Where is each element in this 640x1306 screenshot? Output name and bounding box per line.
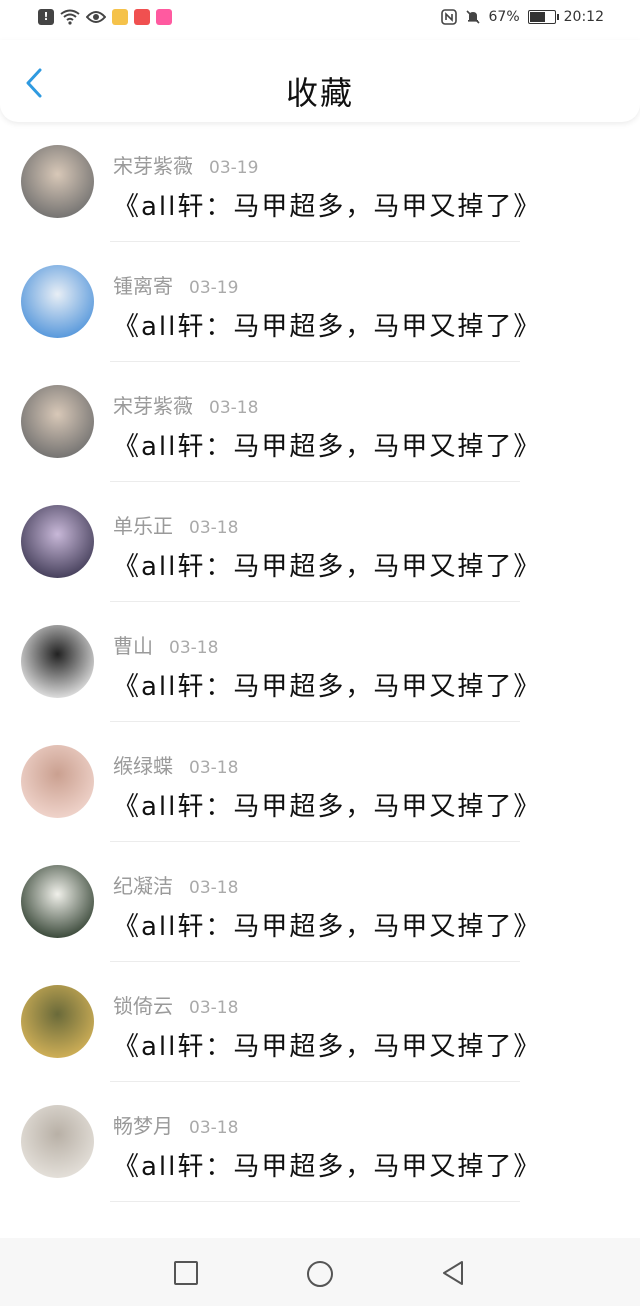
item-meta: 宋芽紫薇 03-18 — [113, 390, 258, 419]
item-title[interactable]: 《all轩：马甲超多，马甲又掉了》 — [113, 186, 541, 223]
app-icon-1 — [112, 9, 128, 25]
home-button[interactable] — [306, 1260, 333, 1287]
item-date: 03-18 — [189, 878, 239, 898]
item-title[interactable]: 《all轩：马甲超多，马甲又掉了》 — [113, 306, 541, 343]
list-item[interactable]: 缑绿蝶 03-18 《all轩：马甲超多，马甲又掉了》 — [0, 722, 640, 842]
list-item[interactable]: 畅梦月 03-18 《all轩：马甲超多，马甲又掉了》 — [0, 1082, 640, 1202]
item-meta: 宋芽紫薇 03-19 — [113, 150, 258, 179]
item-date: 03-18 — [189, 1118, 239, 1138]
app-icon-2 — [134, 9, 150, 25]
list-item[interactable]: 锺离寄 03-19 《all轩：马甲超多，马甲又掉了》 — [0, 242, 640, 362]
avatar[interactable] — [21, 385, 94, 458]
item-date: 03-19 — [189, 278, 239, 298]
avatar[interactable] — [21, 1105, 94, 1178]
item-title[interactable]: 《all轩：马甲超多，马甲又掉了》 — [113, 426, 541, 463]
item-date: 03-18 — [169, 638, 219, 658]
author-name[interactable]: 锺离寄 — [113, 270, 173, 299]
item-date: 03-18 — [189, 758, 239, 778]
wifi-icon — [60, 9, 80, 25]
system-back-button[interactable] — [440, 1260, 466, 1286]
author-name[interactable]: 缑绿蝶 — [113, 750, 173, 779]
triangle-back-icon — [443, 1261, 463, 1285]
item-meta: 锁倚云 03-18 — [113, 990, 238, 1019]
author-name[interactable]: 锁倚云 — [113, 990, 173, 1019]
item-meta: 锺离寄 03-19 — [113, 270, 238, 299]
nfc-icon — [440, 9, 457, 25]
item-meta: 单乐正 03-18 — [113, 510, 238, 539]
list-item[interactable]: 宋芽紫薇 03-18 《all轩：马甲超多，马甲又掉了》 — [0, 362, 640, 482]
app-icon-3 — [156, 9, 172, 25]
item-meta: 畅梦月 03-18 — [113, 1110, 238, 1139]
item-title[interactable]: 《all轩：马甲超多，马甲又掉了》 — [113, 786, 541, 823]
item-date: 03-18 — [189, 518, 239, 538]
avatar[interactable] — [21, 865, 94, 938]
status-bar: ! 67% 20:12 — [0, 0, 640, 40]
item-title[interactable]: 《all轩：马甲超多，马甲又掉了》 — [113, 546, 541, 583]
list-item[interactable]: 锁倚云 03-18 《all轩：马甲超多，马甲又掉了》 — [0, 962, 640, 1082]
item-title[interactable]: 《all轩：马甲超多，马甲又掉了》 — [113, 666, 541, 703]
row-divider — [110, 1201, 520, 1202]
alert-icon: ! — [38, 9, 54, 25]
list-item[interactable]: 单乐正 03-18 《all轩：马甲超多，马甲又掉了》 — [0, 482, 640, 602]
avatar[interactable] — [21, 745, 94, 818]
item-date: 03-18 — [209, 398, 259, 418]
avatar[interactable] — [21, 625, 94, 698]
list-item[interactable]: 宋芽紫薇 03-19 《all轩：马甲超多，马甲又掉了》 — [0, 122, 640, 242]
mute-bell-icon — [465, 10, 480, 24]
item-title[interactable]: 《all轩：马甲超多，马甲又掉了》 — [113, 1146, 541, 1183]
recents-button[interactable] — [173, 1260, 199, 1286]
list-item[interactable]: 曹山 03-18 《all轩：马甲超多，马甲又掉了》 — [0, 602, 640, 722]
app-header: 收藏 — [0, 40, 640, 122]
battery-fill — [529, 12, 545, 22]
eye-icon — [86, 11, 106, 23]
item-title[interactable]: 《all轩：马甲超多，马甲又掉了》 — [113, 1026, 541, 1063]
favorites-list: 宋芽紫薇 03-19 《all轩：马甲超多，马甲又掉了》 锺离寄 03-19 《all轩：… — [0, 122, 640, 1202]
avatar[interactable] — [21, 145, 94, 218]
system-nav-bar — [0, 1238, 640, 1306]
avatar[interactable] — [21, 985, 94, 1058]
battery-icon — [527, 10, 559, 24]
circle-icon — [307, 1261, 333, 1287]
author-name[interactable]: 单乐正 — [113, 510, 173, 539]
avatar[interactable] — [21, 505, 94, 578]
item-date: 03-19 — [209, 158, 259, 178]
item-date: 03-18 — [189, 998, 239, 1018]
status-left-icons: ! — [38, 9, 172, 25]
square-icon — [174, 1261, 198, 1285]
author-name[interactable]: 纪凝洁 — [113, 870, 173, 899]
status-time: 20:12 — [563, 9, 604, 25]
item-meta: 曹山 03-18 — [113, 630, 218, 659]
status-right-icons: 67% 20:12 — [440, 9, 604, 25]
author-name[interactable]: 曹山 — [113, 630, 153, 659]
avatar[interactable] — [21, 265, 94, 338]
list-item[interactable]: 纪凝洁 03-18 《all轩：马甲超多，马甲又掉了》 — [0, 842, 640, 962]
author-name[interactable]: 宋芽紫薇 — [113, 390, 193, 419]
item-meta: 纪凝洁 03-18 — [113, 870, 238, 899]
battery-percent: 67% — [488, 9, 520, 25]
page-title: 收藏 — [285, 74, 354, 112]
item-meta: 缑绿蝶 03-18 — [113, 750, 238, 779]
item-title[interactable]: 《all轩：马甲超多，马甲又掉了》 — [113, 906, 541, 943]
author-name[interactable]: 宋芽紫薇 — [113, 150, 193, 179]
author-name[interactable]: 畅梦月 — [113, 1110, 173, 1139]
